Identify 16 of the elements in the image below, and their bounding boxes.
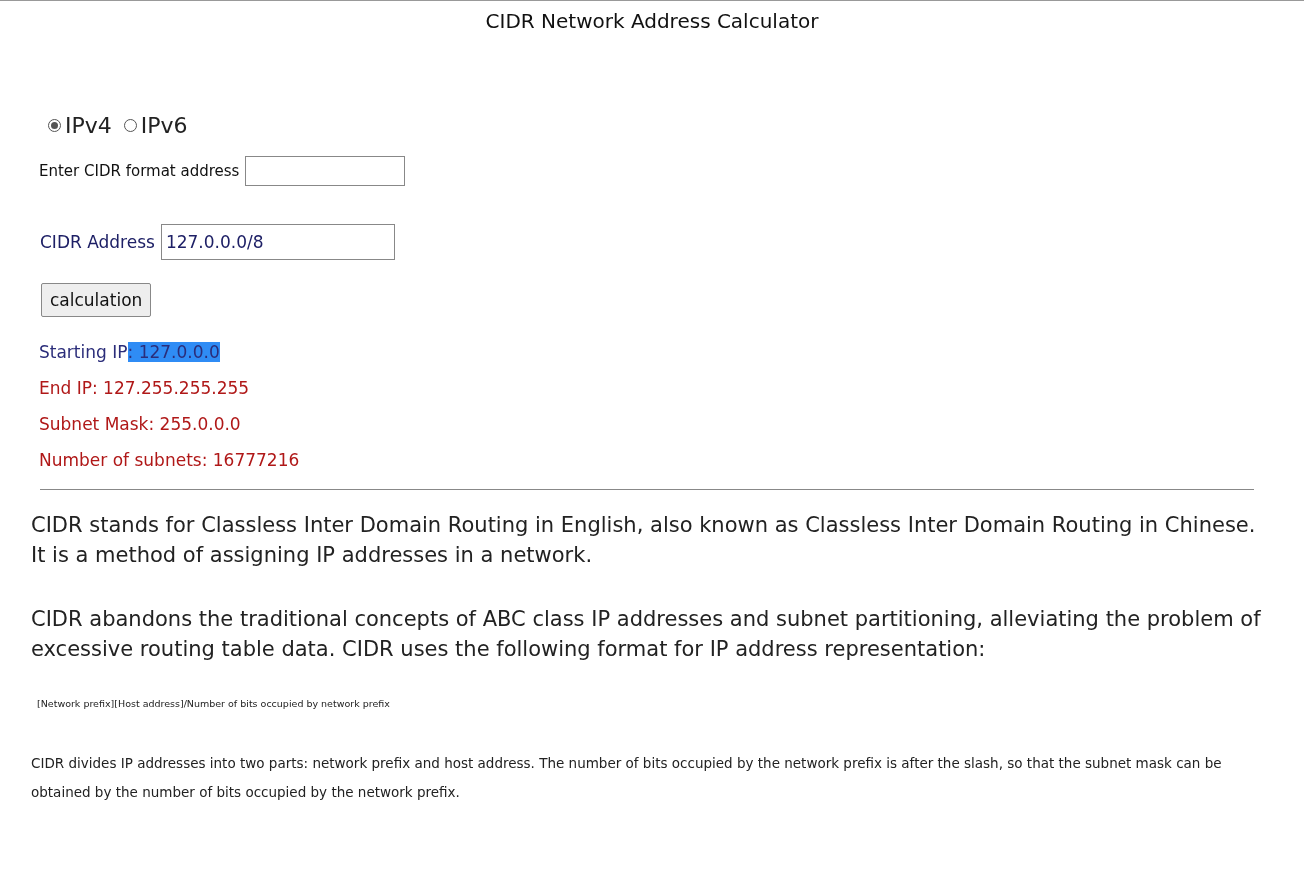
result-line: End IP: 127.255.255.255 [39,377,251,400]
field-label: CIDR Address [40,232,155,252]
result-line: Subnet Mask: 255.0.0.0 [39,413,242,436]
result-line: Number of subnets: 16777216 [39,449,301,472]
input-field[interactable] [245,156,406,186]
ip-version-radio[interactable]: IPv4 [48,113,112,138]
result-line: Starting IP: 127.0.0.0 [39,341,221,364]
paragraph: CIDR divides IP addresses into two parts: network prefix and host address. The number of bits occupied by the network prefix is after the slash, so that the subnet mask can be obtained by the number of bits occupied by the network prefix. [31,754,1223,802]
calculation-button[interactable]: calculation [41,283,152,317]
paragraph: CIDR stands for Classless Inter Domain Routing in English, also known as Classless Inter Domain Routing in Chinese. It is a method of assigning IP addresses in a network. [31,512,1257,569]
paragraph: CIDR abandons the traditional concepts of ABC class IP addresses and subnet partitioning, alleviating the problem of excessive routing table data. CIDR uses the following format for IP address representation: [31,606,1262,663]
paragraph: [Network prefix][Host address]/Number of bits occupied by network prefix [37,698,391,709]
cidr-input-field[interactable]: 127.0.0.0/8 [160,224,395,260]
input-label: Enter CIDR format address [39,162,240,180]
ip-version-radio[interactable]: IPv6 [123,113,188,138]
page-title: CIDR Network Address Calculator [484,9,820,33]
